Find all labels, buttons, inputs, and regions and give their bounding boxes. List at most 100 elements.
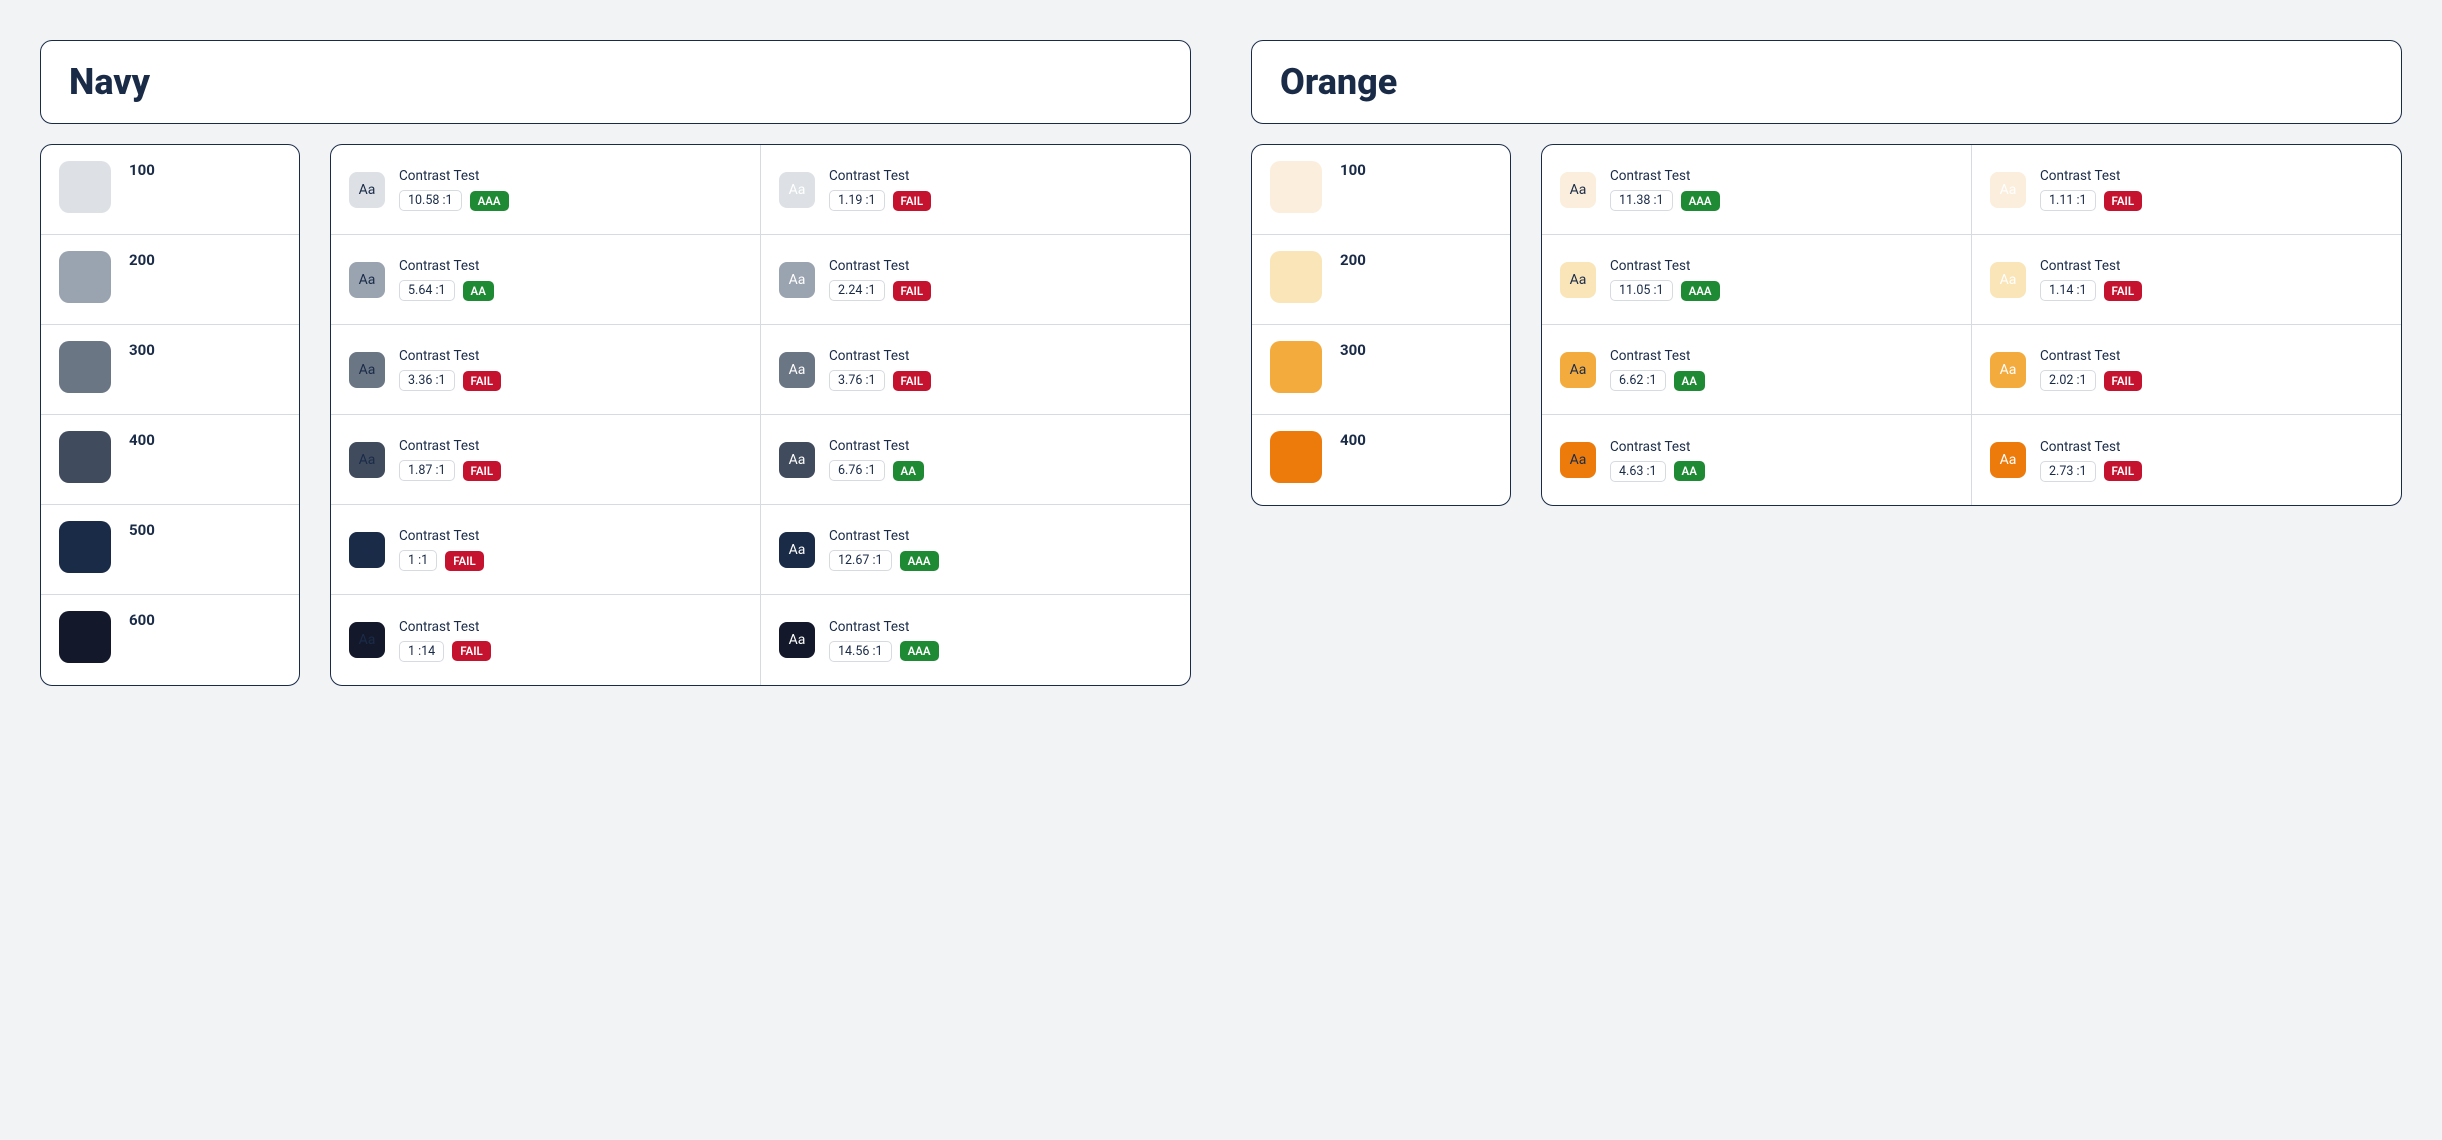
color-swatch bbox=[1270, 341, 1322, 393]
color-family-title-card: Navy bbox=[40, 40, 1191, 124]
contrast-badge: FAIL bbox=[893, 281, 932, 301]
contrast-ratio: 1 :14 bbox=[399, 641, 444, 662]
contrast-badge: FAIL bbox=[452, 641, 491, 661]
swatch-row: 100 bbox=[1252, 145, 1510, 235]
contrast-test-label: Contrast Test bbox=[1610, 348, 1705, 364]
contrast-sample-box: Aa bbox=[1560, 262, 1596, 298]
contrast-test-label: Contrast Test bbox=[2040, 439, 2142, 455]
contrast-row: AaContrast Test10.58 :1AAAAaContrast Tes… bbox=[331, 145, 1190, 235]
contrast-badge: FAIL bbox=[893, 371, 932, 391]
contrast-ratio: 11.38 :1 bbox=[1610, 190, 1673, 211]
color-swatch bbox=[59, 521, 111, 573]
contrast-row: Aa Contrast Test 6.62 :1 AA AaContrast Test2… bbox=[1542, 325, 2401, 415]
contrast-row: AaContrast Test11.38 :1AAAAaContrast Tes… bbox=[1542, 145, 2401, 235]
contrast-cell-dark: AaContrast Test5.64 :1AA bbox=[331, 235, 761, 324]
contrast-cell-light: Aa Contrast Test 2.24 :1 FAIL bbox=[761, 235, 1190, 324]
shade-label: 500 bbox=[129, 521, 155, 539]
contrast-badge: AA bbox=[893, 461, 924, 481]
contrast-cell-light: AaContrast Test1.19 :1FAIL bbox=[761, 145, 1190, 234]
color-family-title: Orange bbox=[1280, 61, 2373, 103]
contrast-ratio: 1.19 :1 bbox=[829, 190, 885, 211]
contrast-sample-box: Aa bbox=[349, 622, 385, 658]
contrast-test-label: Contrast Test bbox=[829, 258, 931, 274]
contrast-sample-box: Aa bbox=[779, 262, 815, 298]
contrast-ratio: 1 :1 bbox=[399, 550, 437, 571]
swatch-row: 200 bbox=[41, 235, 299, 325]
contrast-test-label: Contrast Test bbox=[829, 348, 931, 364]
contrast-sample-box: Aa bbox=[349, 532, 385, 568]
contrast-badge: FAIL bbox=[2104, 461, 2143, 481]
contrast-ratio: 2.73 :1 bbox=[2040, 461, 2096, 482]
contrast-cell-light: AaContrast Test3.76 :1FAIL bbox=[761, 325, 1190, 414]
color-swatch bbox=[1270, 251, 1322, 303]
contrast-cell-light: AaContrast Test2.73 :1FAIL bbox=[1972, 415, 2401, 505]
contrast-badge: FAIL bbox=[445, 551, 484, 571]
contrast-sample-box: Aa bbox=[349, 262, 385, 298]
contrast-cell-dark: AaContrast Test3.36 :1FAIL bbox=[331, 325, 761, 414]
color-swatch bbox=[59, 341, 111, 393]
contrast-sample-box: Aa bbox=[1560, 172, 1596, 208]
contrast-ratio: 3.36 :1 bbox=[399, 370, 455, 391]
contrast-row: AaContrast Test1.87 :1FAILAaContrast Tes… bbox=[331, 415, 1190, 505]
contrast-cell-dark: AaContrast Test4.63 :1AA bbox=[1542, 415, 1972, 505]
swatch-row: 300 bbox=[1252, 325, 1510, 415]
contrast-ratio: 3.76 :1 bbox=[829, 370, 885, 391]
contrast-test-label: Contrast Test bbox=[399, 438, 501, 454]
contrast-cell-dark: AaContrast Test1 :14FAIL bbox=[331, 595, 761, 685]
contrast-sample-box: Aa bbox=[1560, 442, 1596, 478]
contrast-badge: AA bbox=[1674, 461, 1705, 481]
contrast-sample-box: Aa bbox=[349, 352, 385, 388]
contrast-test-label: Contrast Test bbox=[829, 619, 939, 635]
swatch-row: 400 bbox=[1252, 415, 1510, 505]
contrast-badge: FAIL bbox=[2104, 371, 2143, 391]
color-swatch bbox=[1270, 431, 1322, 483]
color-swatch bbox=[59, 611, 111, 663]
swatch-panel: 100200300400500600 bbox=[40, 144, 300, 686]
swatch-row: 200 bbox=[1252, 235, 1510, 325]
contrast-sample-box: Aa bbox=[1990, 172, 2026, 208]
contrast-sample-box: Aa bbox=[1990, 352, 2026, 388]
contrast-cell-light: Aa Contrast Test 1.11 :1 FAIL bbox=[1972, 145, 2401, 234]
contrast-ratio: 6.76 :1 bbox=[829, 460, 885, 481]
contrast-ratio: 1.11 :1 bbox=[2040, 190, 2096, 211]
shade-label: 300 bbox=[1340, 341, 1366, 359]
contrast-badge: AAA bbox=[1681, 281, 1720, 301]
contrast-test-label: Contrast Test bbox=[2040, 168, 2142, 184]
contrast-sample-box: Aa bbox=[349, 442, 385, 478]
contrast-ratio: 2.24 :1 bbox=[829, 280, 885, 301]
contrast-sample-box: Aa bbox=[779, 532, 815, 568]
shade-label: 100 bbox=[1340, 161, 1366, 179]
contrast-row: AaContrast Test5.64 :1AAAaContrast Test2… bbox=[331, 235, 1190, 325]
swatch-row: 500 bbox=[41, 505, 299, 595]
contrast-badge: FAIL bbox=[2104, 281, 2143, 301]
contrast-cell-light: AaContrast Test6.76 :1AA bbox=[761, 415, 1190, 504]
contrast-test-label: Contrast Test bbox=[399, 168, 509, 184]
contrast-cell-light: AaContrast Test2.02 :1FAIL bbox=[1972, 325, 2401, 414]
contrast-test-label: Contrast Test bbox=[829, 528, 939, 544]
shade-label: 300 bbox=[129, 341, 155, 359]
contrast-ratio: 5.64 :1 bbox=[399, 280, 455, 301]
contrast-ratio: 11.05 :1 bbox=[1610, 280, 1673, 301]
color-swatch bbox=[59, 161, 111, 213]
contrast-test-label: Contrast Test bbox=[829, 438, 924, 454]
contrast-cell-dark: AaContrast Test11.38 :1AAA bbox=[1542, 145, 1972, 234]
swatch-row: 400 bbox=[41, 415, 299, 505]
contrast-test-label: Contrast Test bbox=[1610, 258, 1720, 274]
contrast-row: AaContrast Test3.36 :1FAILAaContrast Tes… bbox=[331, 325, 1190, 415]
contrast-badge: FAIL bbox=[2104, 191, 2143, 211]
contrast-row: AaContrast Test1 :14FAILAaContrast Test1… bbox=[331, 595, 1190, 685]
contrast-row: AaContrast Test4.63 :1AAAaContrast Test2… bbox=[1542, 415, 2401, 505]
contrast-sample-box: Aa bbox=[1990, 262, 2026, 298]
shade-label: 600 bbox=[129, 611, 155, 629]
contrast-badge: AAA bbox=[470, 191, 509, 211]
color-swatch bbox=[59, 431, 111, 483]
contrast-test-label: Contrast Test bbox=[1610, 439, 1705, 455]
contrast-badge: AA bbox=[1674, 371, 1705, 391]
shade-label: 400 bbox=[129, 431, 155, 449]
contrast-ratio: 6.62 :1 bbox=[1610, 370, 1666, 391]
contrast-ratio: 1.14 :1 bbox=[2040, 280, 2096, 301]
swatch-row: 300 bbox=[41, 325, 299, 415]
contrast-panel: AaContrast Test10.58 :1AAAAaContrast Tes… bbox=[330, 144, 1191, 686]
color-family-title-card: Orange bbox=[1251, 40, 2402, 124]
contrast-badge: FAIL bbox=[463, 371, 502, 391]
